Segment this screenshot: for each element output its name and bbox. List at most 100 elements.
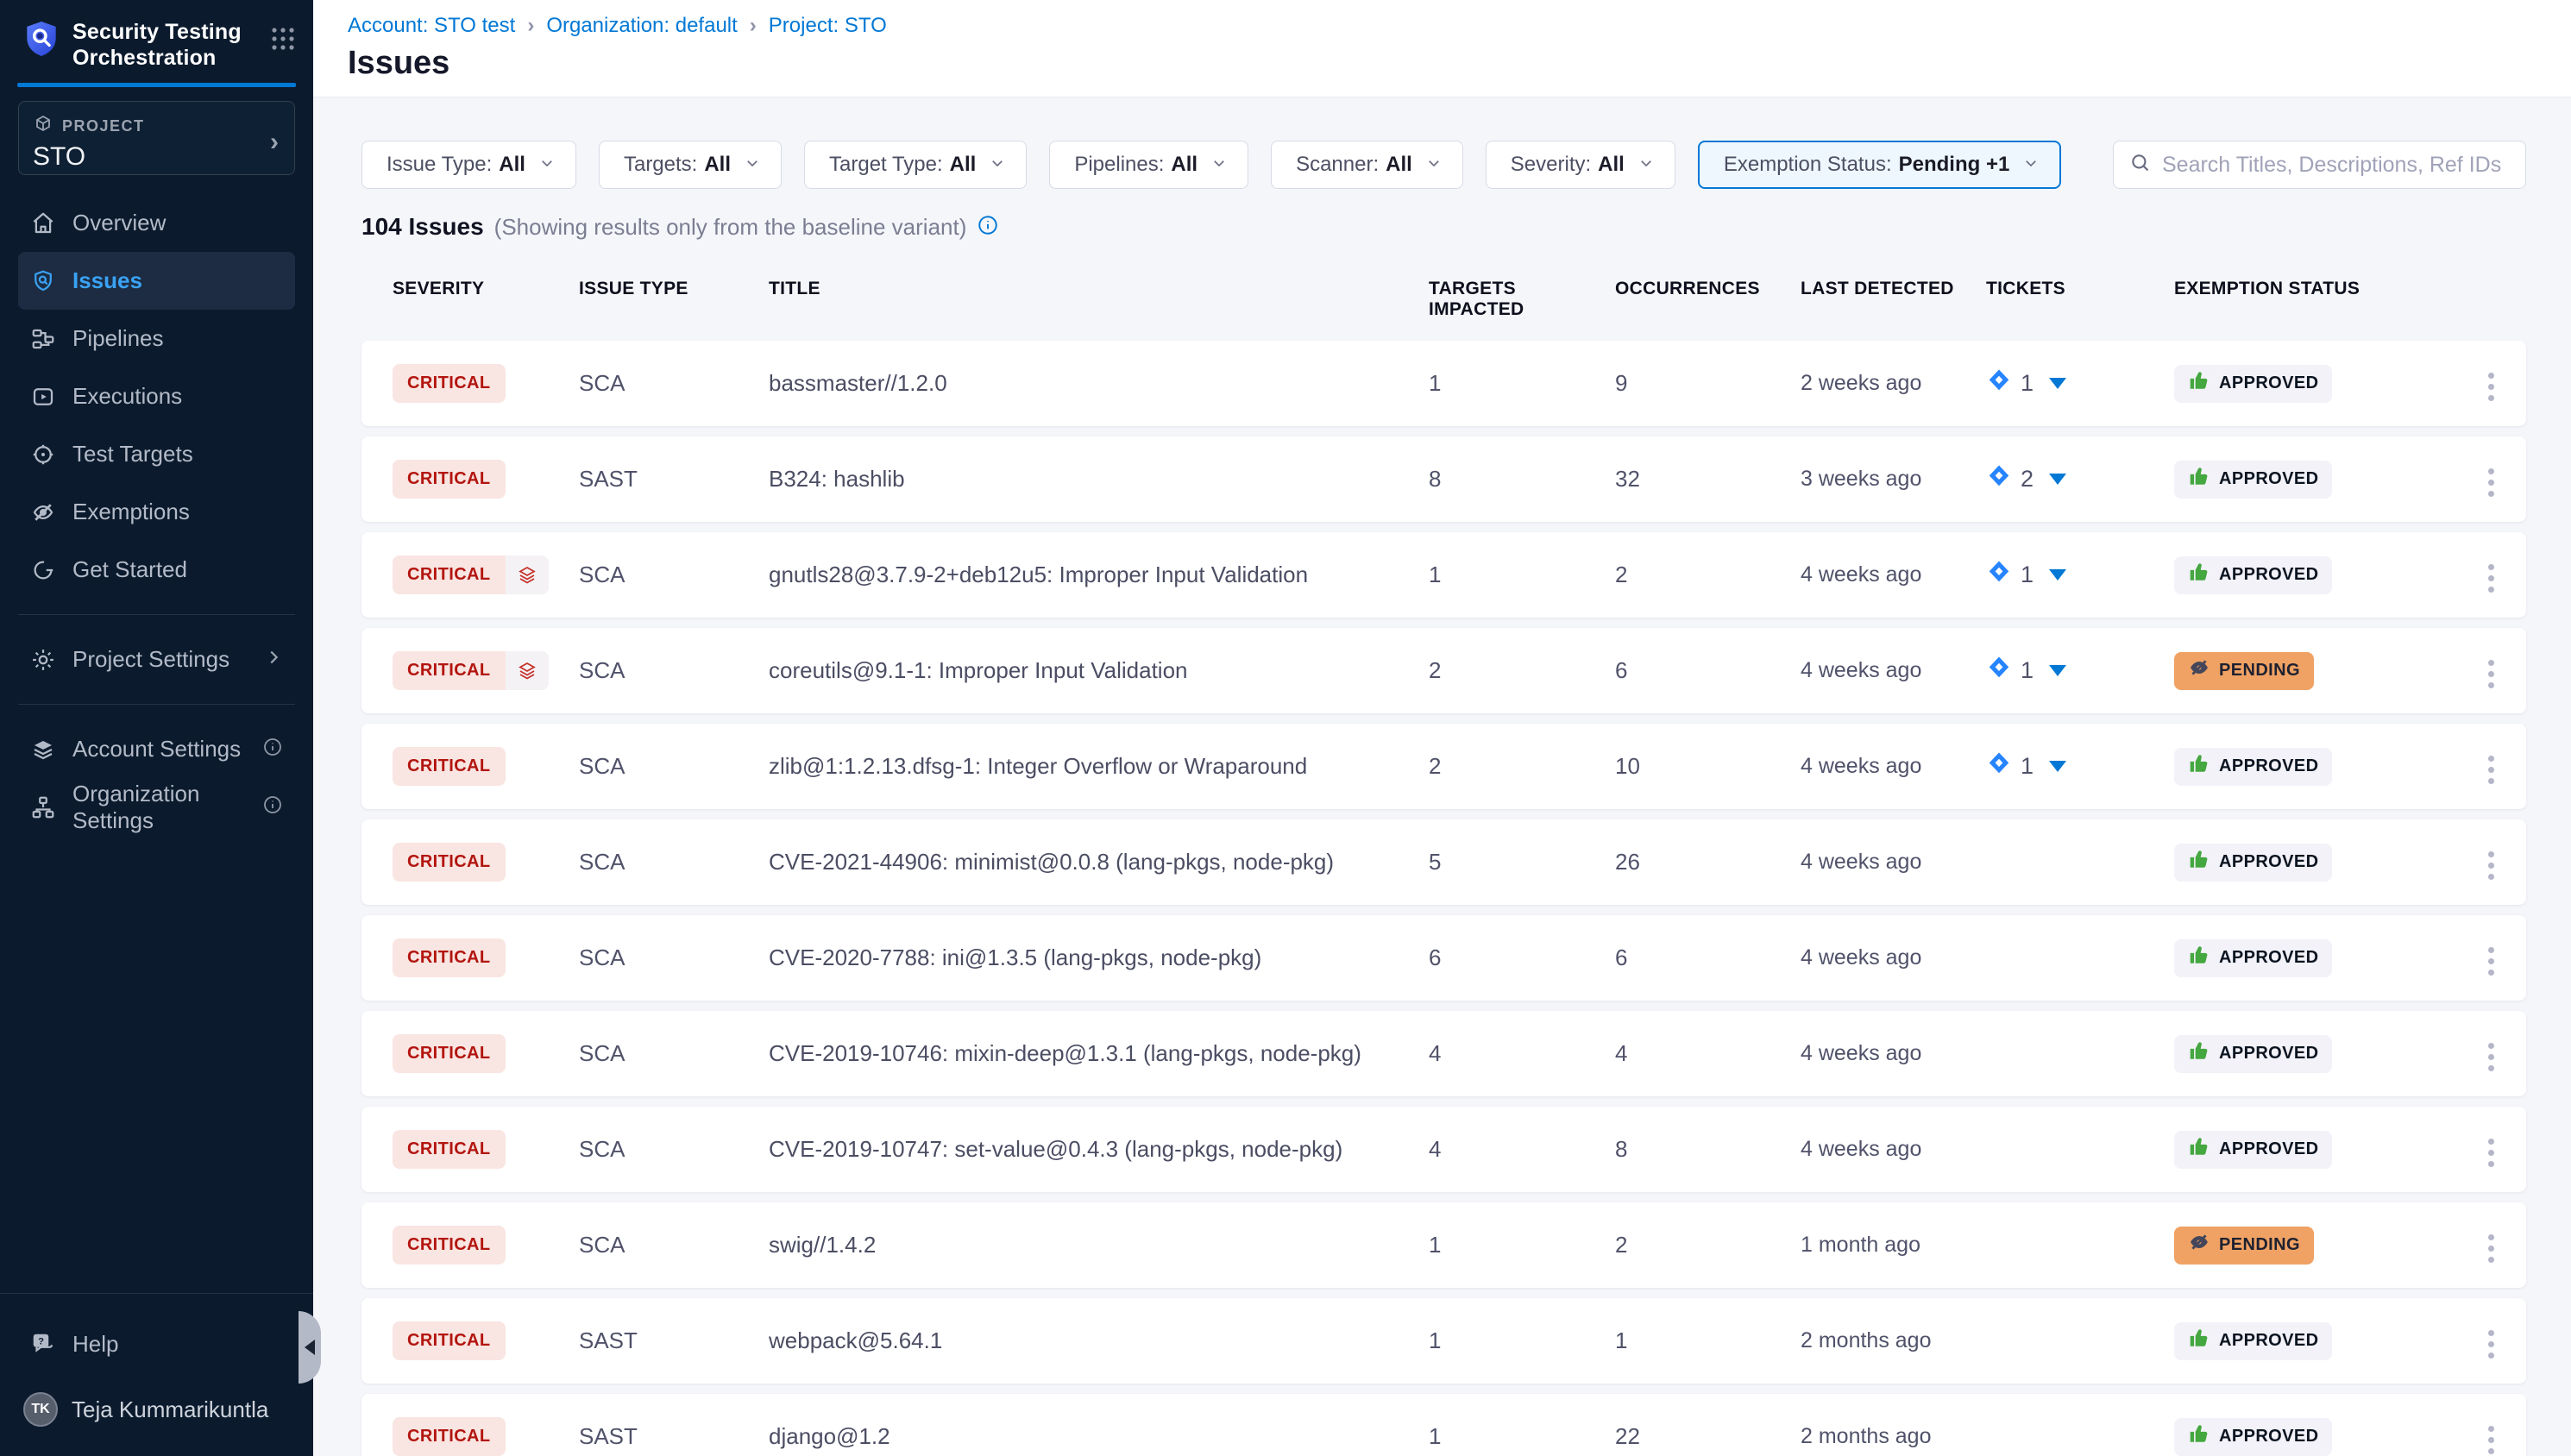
issue-title[interactable]: gnutls28@3.7.9-2+deb12u5: Improper Input…: [769, 562, 1429, 588]
filter-dropdown[interactable]: Issue Type: All: [361, 141, 576, 189]
table-row[interactable]: CRITICAL SCA coreutils@9.1-1: Improper I…: [361, 628, 2526, 713]
table-row[interactable]: CRITICAL SAST B324: hashlib 8 32 3 weeks…: [361, 436, 2526, 522]
sidebar-item-get-started[interactable]: Get Started: [18, 541, 295, 599]
targets-impacted-value: 4: [1429, 1136, 1615, 1163]
thumbs-up-icon: [2188, 752, 2210, 781]
exemption-status-badge: APPROVED: [2174, 556, 2332, 594]
issue-title[interactable]: CVE-2019-10746: mixin-deep@1.3.1 (lang-p…: [769, 1040, 1429, 1067]
filter-dropdown[interactable]: Pipelines: All: [1049, 141, 1248, 189]
col-occurrences: OCCURRENCES: [1615, 279, 1801, 320]
get-started-icon: [29, 556, 57, 584]
issue-title[interactable]: swig//1.4.2: [769, 1232, 1429, 1258]
kebab-menu-icon[interactable]: [2476, 651, 2506, 697]
sidebar-item-exemptions[interactable]: Exemptions: [18, 483, 295, 541]
ticket-dropdown[interactable]: 1: [1986, 559, 2066, 591]
issues-summary: 104 Issues (Showing results only from th…: [361, 213, 2526, 241]
filter-dropdown[interactable]: Targets: All: [599, 141, 782, 189]
issue-title[interactable]: CVE-2020-7788: ini@1.3.5 (lang-pkgs, nod…: [769, 945, 1429, 971]
exemption-status-badge: APPROVED: [2174, 1322, 2332, 1360]
filter-dropdown[interactable]: Severity: All: [1486, 141, 1675, 189]
issue-title[interactable]: bassmaster//1.2.0: [769, 370, 1429, 397]
table-row[interactable]: CRITICAL SCA CVE-2020-7788: ini@1.3.5 (l…: [361, 915, 2526, 1001]
brand-accent-line: [17, 83, 296, 87]
sto-shield-logo-icon: [24, 19, 59, 63]
kebab-menu-icon[interactable]: [2476, 1321, 2506, 1367]
table-row[interactable]: CRITICAL SCA CVE-2019-10746: mixin-deep@…: [361, 1011, 2526, 1096]
kebab-menu-icon[interactable]: [2476, 938, 2506, 984]
filter-dropdown[interactable]: Target Type: All: [804, 141, 1027, 189]
sidebar-item-overview[interactable]: Overview: [18, 194, 295, 252]
sidebar-item-organization-settings[interactable]: Organization Settings: [18, 778, 295, 836]
table-row[interactable]: CRITICAL SAST django@1.2 1 22 2 months a…: [361, 1394, 2526, 1456]
kebab-menu-icon[interactable]: [2476, 1226, 2506, 1271]
filter-dropdown[interactable]: Exemption Status: Pending +1: [1698, 141, 2061, 189]
issue-title[interactable]: CVE-2021-44906: minimist@0.0.8 (lang-pkg…: [769, 849, 1429, 875]
table-row[interactable]: CRITICAL SCA CVE-2021-44906: minimist@0.…: [361, 819, 2526, 905]
table-row[interactable]: CRITICAL SCA CVE-2019-10747: set-value@0…: [361, 1107, 2526, 1192]
svg-text:?: ?: [38, 1337, 44, 1347]
kebab-menu-icon[interactable]: [2476, 364, 2506, 410]
last-detected-value: 4 weeks ago: [1801, 945, 1986, 970]
table-row[interactable]: CRITICAL SCA gnutls28@3.7.9-2+deb12u5: I…: [361, 532, 2526, 618]
kebab-menu-icon[interactable]: [2476, 747, 2506, 793]
collapse-arrow-icon: [305, 1340, 315, 1355]
issue-title[interactable]: coreutils@9.1-1: Improper Input Validati…: [769, 657, 1429, 684]
table-row[interactable]: CRITICAL SCA zlib@1:1.2.13.dfsg-1: Integ…: [361, 724, 2526, 809]
col-exemption-status: EXEMPTION STATUS: [2174, 279, 2476, 320]
kebab-menu-icon[interactable]: [2476, 1034, 2506, 1080]
ticket-dropdown[interactable]: 2: [1986, 463, 2066, 495]
help-button[interactable]: ? Help: [18, 1318, 295, 1370]
kebab-menu-icon[interactable]: [2476, 460, 2506, 505]
page-header: Account: STO test › Organization: defaul…: [313, 0, 2571, 97]
issue-title[interactable]: CVE-2019-10747: set-value@0.4.3 (lang-pk…: [769, 1136, 1429, 1163]
exemption-status-badge: APPROVED: [2174, 844, 2332, 882]
sidebar-item-issues[interactable]: Issues: [18, 252, 295, 310]
info-icon[interactable]: [977, 214, 999, 241]
breadcrumb-project-link[interactable]: Project: STO: [769, 14, 887, 38]
sidebar-item-test-targets[interactable]: Test Targets: [18, 425, 295, 483]
breadcrumb-organization-link[interactable]: Organization: default: [546, 14, 737, 38]
issue-title[interactable]: zlib@1:1.2.13.dfsg-1: Integer Overflow o…: [769, 753, 1429, 780]
issue-title[interactable]: B324: hashlib: [769, 466, 1429, 493]
ticket-expand-icon: [2049, 665, 2066, 676]
jira-icon: [1986, 367, 2012, 399]
search-input[interactable]: [2162, 153, 2510, 178]
project-selector[interactable]: PROJECT STO ›: [18, 101, 295, 175]
targets-impacted-value: 2: [1429, 753, 1615, 780]
ticket-dropdown[interactable]: 1: [1986, 367, 2066, 399]
kebab-menu-icon[interactable]: [2476, 1417, 2506, 1456]
sidebar-item-pipelines[interactable]: Pipelines: [18, 310, 295, 367]
kebab-menu-icon[interactable]: [2476, 843, 2506, 888]
sidebar-item-project-settings[interactable]: Project Settings: [18, 631, 295, 688]
issue-title[interactable]: webpack@5.64.1: [769, 1327, 1429, 1354]
kebab-menu-icon[interactable]: [2476, 1130, 2506, 1176]
last-detected-value: 4 weeks ago: [1801, 562, 1986, 587]
table-row[interactable]: CRITICAL SCA swig//1.4.2 1 2 1 month ago…: [361, 1202, 2526, 1288]
sidebar-item-account-settings[interactable]: Account Settings: [18, 720, 295, 778]
breadcrumb: Account: STO test › Organization: defaul…: [348, 14, 2571, 38]
page-body: Issue Type: All Targets: All Target Type…: [313, 97, 2571, 1456]
ticket-dropdown[interactable]: 1: [1986, 655, 2066, 687]
targets-impacted-value: 4: [1429, 1040, 1615, 1067]
sidebar-item-executions[interactable]: Executions: [18, 367, 295, 425]
ticket-dropdown[interactable]: 1: [1986, 750, 2066, 782]
help-chat-icon: ?: [29, 1330, 57, 1358]
targets-impacted-value: 1: [1429, 1423, 1615, 1450]
user-profile[interactable]: TK Teja Kummarikuntla: [18, 1392, 295, 1427]
sidebar-collapse-button[interactable]: [299, 1311, 321, 1384]
last-detected-value: 4 weeks ago: [1801, 1137, 1986, 1162]
occurrences-value: 32: [1615, 466, 1801, 493]
kebab-menu-icon[interactable]: [2476, 555, 2506, 601]
table-row[interactable]: CRITICAL SAST webpack@5.64.1 1 1 2 month…: [361, 1298, 2526, 1384]
home-icon: [29, 210, 57, 237]
breadcrumb-account-link[interactable]: Account: STO test: [348, 14, 515, 38]
last-detected-value: 4 weeks ago: [1801, 754, 1986, 779]
module-grid-icon[interactable]: [270, 26, 296, 56]
tickets-cell: 1: [1986, 750, 2174, 782]
table-row[interactable]: CRITICAL SCA bassmaster//1.2.0 1 9 2 wee…: [361, 341, 2526, 426]
severity-badge: CRITICAL: [393, 364, 506, 403]
filter-dropdown[interactable]: Scanner: All: [1271, 141, 1463, 189]
issue-title[interactable]: django@1.2: [769, 1423, 1429, 1450]
search-box[interactable]: [2113, 141, 2526, 189]
exemption-layers-icon: [506, 555, 549, 594]
